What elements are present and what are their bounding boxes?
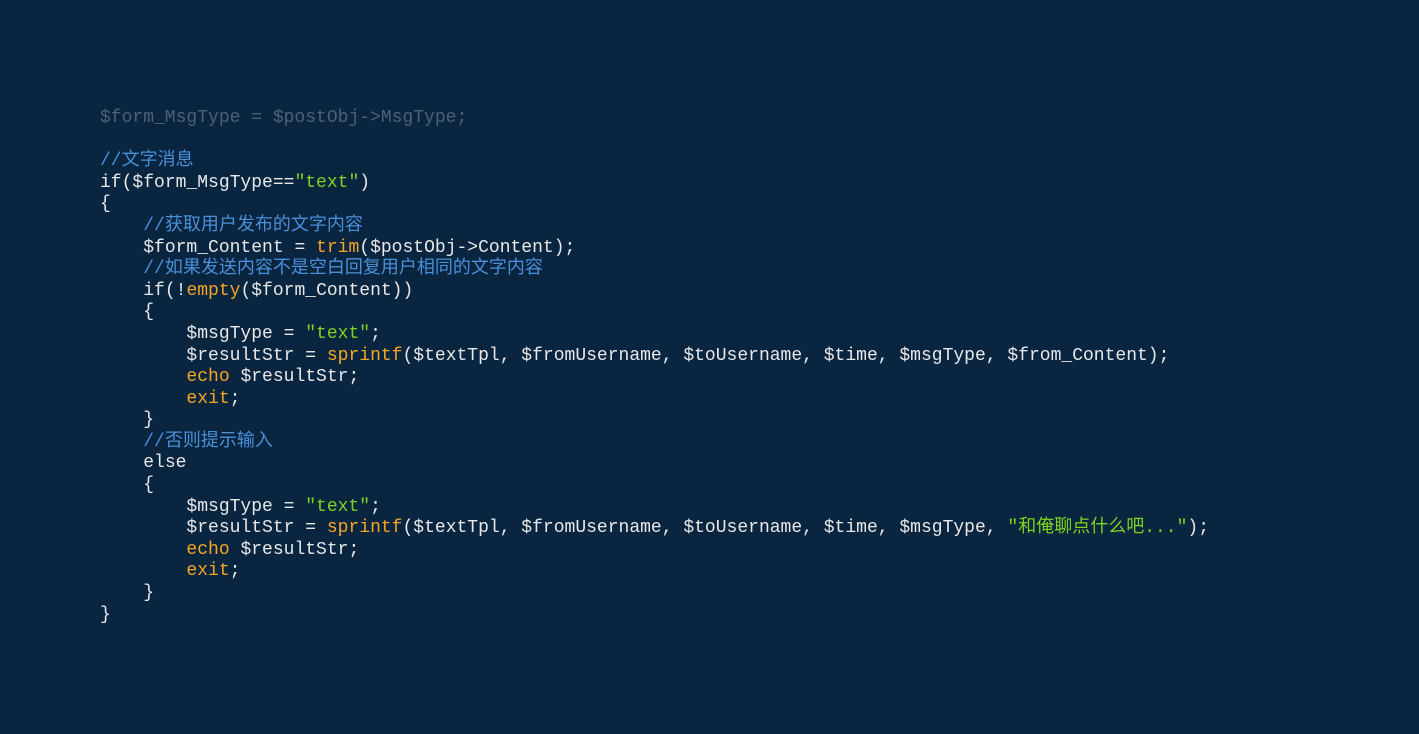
code-editor: $form_MsgType = $postObj->MsgType; //文字消… [0,86,1419,626]
code-text: $resultStr = [186,346,326,366]
comment: //文字消息 [100,151,194,171]
code-text: ; [230,561,241,581]
code-text: ($form_MsgType== [122,173,295,193]
code-text: ); [1187,518,1209,538]
keyword-echo: echo [186,540,229,560]
function-call: sprintf [327,518,403,538]
function-call: trim [316,238,359,258]
brace: } [100,605,111,625]
code-text: $resultStr = [186,518,326,538]
code-text: (! [165,281,187,301]
brace: } [143,583,154,603]
brace: { [100,194,111,214]
keyword-else: else [143,453,186,473]
brace: } [143,410,154,430]
code-text: ($postObj->Content); [359,238,575,258]
code-text: $resultStr; [230,540,360,560]
brace: { [143,302,154,322]
comment: //否则提示输入 [143,432,273,452]
code-text: $resultStr; [230,367,360,387]
code-text: ) [359,173,370,193]
code-text: $form_Content = [143,238,316,258]
brace: { [143,475,154,495]
code-text: ($form_Content)) [240,281,413,301]
code-line: $form_MsgType = $postObj->MsgType; [100,108,467,128]
code-text: ; [370,324,381,344]
keyword-empty: empty [186,281,240,301]
comment: //如果发送内容不是空白回复用户相同的文字内容 [143,259,543,279]
keyword-echo: echo [186,367,229,387]
code-text: ($textTpl, $fromUsername, $toUsername, $… [402,346,1169,366]
keyword-if: if [100,173,122,193]
keyword-exit: exit [186,561,229,581]
function-call: sprintf [327,346,403,366]
code-text: $msgType = [186,324,305,344]
code-text: ($textTpl, $fromUsername, $toUsername, $… [402,518,1007,538]
comment: //获取用户发布的文字内容 [143,216,363,236]
string-literal: "text" [294,173,359,193]
keyword-if: if [143,281,165,301]
string-literal: "和俺聊点什么吧..." [1007,518,1187,538]
string-literal: "text" [305,324,370,344]
keyword-exit: exit [186,389,229,409]
code-text: ; [230,389,241,409]
